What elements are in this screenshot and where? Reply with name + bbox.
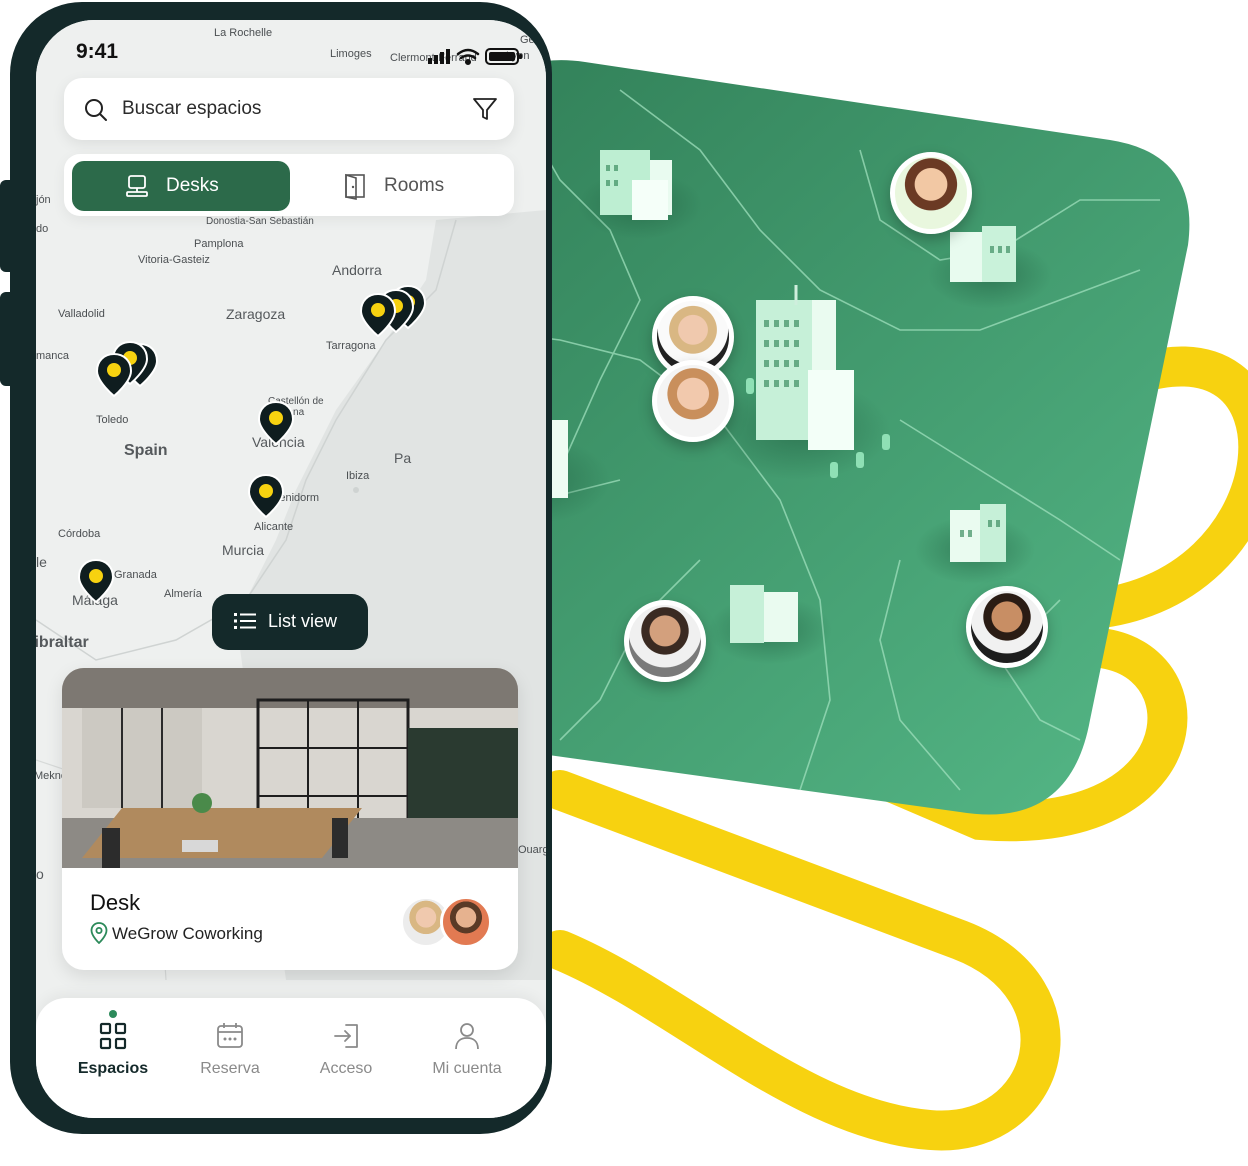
nav-label: Acceso	[319, 1060, 373, 1077]
tab-desks-label: Desks	[166, 175, 219, 196]
phone-frame: La Rochelle Limoges Clermont-Ferrand Ge …	[10, 2, 552, 1134]
avatar	[440, 896, 492, 948]
tab-desks[interactable]: Desks	[72, 161, 290, 211]
search-input[interactable]: Buscar espacios	[64, 78, 514, 140]
map-pin[interactable]	[248, 474, 284, 518]
enter-icon	[334, 1024, 358, 1048]
status-icons	[428, 48, 522, 66]
user-icon	[455, 1023, 479, 1050]
grid-icon	[99, 1022, 127, 1050]
calendar-icon	[217, 1023, 243, 1048]
nav-label: Espacios	[77, 1060, 149, 1077]
bottom-nav: Espacios Reserva Acceso Mi cuenta	[36, 998, 546, 1118]
tab-rooms[interactable]: Rooms	[296, 161, 506, 211]
map-pin[interactable]	[360, 293, 396, 337]
phone-screen: La Rochelle Limoges Clermont-Ferrand Ge …	[36, 20, 546, 1118]
map-pin[interactable]	[96, 353, 132, 397]
avatar-woman-glasses	[890, 152, 972, 234]
avatar-man-beard	[624, 600, 706, 682]
avatar-man-dark-hair	[966, 586, 1048, 668]
space-attendees	[400, 896, 496, 948]
location-pin-icon	[90, 922, 108, 944]
tab-rooms-label: Rooms	[384, 175, 445, 196]
search-icon	[85, 99, 107, 121]
space-title: Desk	[90, 890, 141, 915]
map-pin[interactable]	[258, 401, 294, 445]
monitor-icon	[126, 175, 148, 197]
status-time: 9:41	[76, 40, 119, 63]
space-location-label: WeGrow Coworking	[112, 924, 263, 943]
space-card[interactable]: Desk WeGrow Coworking	[62, 668, 518, 970]
nav-item-reserva[interactable]: Reserva	[175, 998, 285, 1118]
active-indicator	[109, 1010, 117, 1018]
door-icon	[345, 173, 365, 200]
nav-label: Reserva	[200, 1060, 260, 1077]
nav-item-espacios[interactable]: Espacios	[58, 998, 168, 1118]
wifi-icon	[456, 48, 480, 66]
signal-icon	[428, 49, 450, 64]
battery-icon	[485, 48, 522, 65]
nav-label: Mi cuenta	[432, 1060, 502, 1077]
list-icon	[234, 613, 256, 629]
filter-icon[interactable]	[472, 96, 498, 122]
space-type-toggle: Desks Rooms	[64, 154, 514, 216]
map-pin[interactable]	[78, 559, 114, 603]
avatar-woman-smiling	[652, 360, 734, 442]
nav-item-acceso[interactable]: Acceso	[291, 998, 401, 1118]
list-view-button[interactable]: List view	[212, 594, 368, 650]
search-placeholder: Buscar espacios	[122, 98, 262, 119]
coworking-photo	[62, 668, 518, 868]
list-view-label: List view	[268, 611, 338, 631]
nav-item-mi-cuenta[interactable]: Mi cuenta	[412, 998, 522, 1118]
